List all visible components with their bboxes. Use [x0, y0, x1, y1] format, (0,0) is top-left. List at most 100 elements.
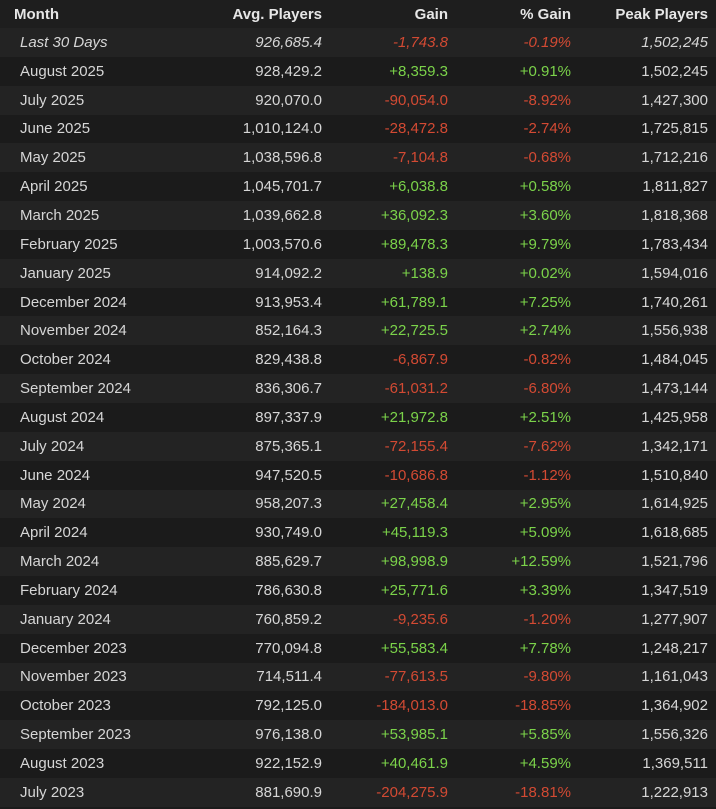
peak-players-cell: 1,618,685 — [641, 524, 708, 542]
column-header-gain[interactable]: Gain — [322, 6, 448, 23]
avg-players-cell: 958,207.3 — [255, 495, 322, 513]
gain-cell: +53,985.1 — [380, 726, 448, 744]
table-row: February 2024 786,630.8 +25,771.6 +3.39% 1,3… — [0, 576, 716, 605]
avg-players-cell: 885,629.7 — [255, 553, 322, 571]
pct-gain-cell: +7.25% — [519, 293, 571, 311]
table-row: September 2024 836,306.7 -61,031.2 -6.80% 1,… — [0, 374, 716, 403]
avg-players-cell: 760,859.2 — [255, 610, 322, 628]
table-row: February 2025 1,003,570.6 +89,478.3 +9.79% 1… — [0, 229, 716, 259]
player-stats-table: Month Avg. Players Gain % Gain Peak Play… — [0, 0, 716, 807]
pct-gain-cell: -1.12% — [523, 466, 571, 484]
column-header-peak-players[interactable]: Peak Players — [571, 6, 708, 23]
avg-players-cell: 829,438.8 — [255, 351, 322, 369]
gain-cell: +98,998.9 — [380, 553, 448, 571]
avg-players-cell: 897,337.9 — [255, 408, 322, 426]
table-row: Last 30 Days 926,685.4 -1,743.8 -0.19% 1,502… — [0, 28, 716, 57]
avg-players-cell: 836,306.7 — [255, 380, 322, 398]
pct-gain-cell: +5.85% — [519, 726, 571, 744]
peak-players-cell: 1,725,815 — [641, 120, 708, 138]
pct-gain-cell: -8.92% — [523, 91, 571, 109]
peak-players-cell: 1,811,827 — [642, 178, 708, 196]
month-cell: July 2025 — [20, 91, 85, 109]
table-row: August 2023 922,152.9 +40,461.9 +4.59% 1,369… — [0, 749, 716, 778]
month-cell: December 2023 — [20, 639, 127, 657]
month-cell: Last 30 Days — [20, 33, 108, 51]
month-cell: September 2023 — [20, 726, 131, 744]
month-cell: August 2025 — [20, 62, 105, 80]
month-cell: March 2025 — [20, 206, 100, 224]
month-cell: July 2024 — [20, 437, 85, 455]
month-cell: February 2024 — [20, 581, 118, 599]
gain-cell: +22,725.5 — [380, 322, 448, 340]
month-cell: September 2024 — [20, 380, 131, 398]
gain-cell: -61,031.2 — [384, 380, 448, 398]
gain-cell: -184,013.0 — [376, 697, 448, 715]
pct-gain-cell: +2.74% — [519, 322, 571, 340]
peak-players-cell: 1,502,245 — [641, 33, 708, 51]
table-row: August 2024 897,337.9 +21,972.8 +2.51% 1,425… — [0, 402, 716, 432]
table-row: July 2025 920,070.0 -90,054.0 -8.92% 1,427,3… — [0, 85, 716, 115]
gain-cell: +40,461.9 — [380, 755, 448, 773]
table-row: August 2025 928,429.2 +8,359.3 +0.91% 1,502,… — [0, 56, 716, 86]
pct-gain-cell: +3.39% — [519, 581, 571, 599]
avg-players-cell: 714,511.4 — [256, 668, 322, 686]
gain-cell: -28,472.8 — [384, 120, 448, 138]
avg-players-cell: 976,138.0 — [255, 726, 322, 744]
avg-players-cell: 914,092.2 — [255, 264, 322, 282]
table-row: March 2024 885,629.7 +98,998.9 +12.59% 1,521… — [0, 547, 716, 577]
peak-players-cell: 1,425,958 — [641, 408, 708, 426]
peak-players-cell: 1,222,913 — [641, 783, 708, 801]
column-header-pct-gain[interactable]: % Gain — [448, 6, 571, 23]
peak-players-cell: 1,594,016 — [641, 264, 708, 282]
month-cell: August 2023 — [20, 755, 105, 773]
month-cell: January 2025 — [20, 264, 111, 282]
table-row: May 2024 958,207.3 +27,458.4 +2.95% 1,614,92… — [0, 489, 716, 519]
gain-cell: +25,771.6 — [380, 581, 448, 599]
month-cell: February 2025 — [20, 235, 118, 253]
avg-players-cell: 1,010,124.0 — [242, 120, 322, 138]
gain-cell: -6,867.9 — [392, 351, 448, 369]
peak-players-cell: 1,473,144 — [641, 380, 708, 398]
column-header-avg-players[interactable]: Avg. Players — [175, 6, 323, 23]
table-row: May 2025 1,038,596.8 -7,104.8 -0.68% 1,712,2… — [0, 143, 716, 173]
peak-players-cell: 1,347,519 — [641, 581, 708, 599]
table-row: January 2024 760,859.2 -9,235.6 -1.20% 1,277… — [0, 604, 716, 634]
column-header-month[interactable]: Month — [0, 6, 175, 23]
avg-players-cell: 947,520.5 — [255, 466, 322, 484]
gain-cell: -204,275.9 — [376, 783, 448, 801]
peak-players-cell: 1,740,261 — [641, 293, 708, 311]
peak-players-cell: 1,364,902 — [641, 697, 708, 715]
month-cell: April 2024 — [20, 524, 88, 542]
peak-players-cell: 1,427,300 — [641, 91, 708, 109]
avg-players-cell: 881,690.9 — [255, 783, 322, 801]
table-row: January 2025 914,092.2 +138.9 +0.02% 1,594,0… — [0, 258, 716, 288]
month-cell: June 2024 — [20, 466, 91, 484]
peak-players-cell: 1,502,245 — [641, 62, 708, 80]
pct-gain-cell: +12.59% — [511, 553, 571, 571]
table-row: November 2024 852,164.3 +22,725.5 +2.74% 1,5… — [0, 316, 716, 346]
avg-players-cell: 792,125.0 — [255, 697, 322, 715]
peak-players-cell: 1,783,434 — [641, 235, 708, 253]
gain-cell: -7,104.8 — [392, 149, 448, 167]
pct-gain-cell: -7.62% — [523, 437, 571, 455]
gain-cell: +27,458.4 — [380, 495, 448, 513]
month-cell: August 2024 — [20, 408, 105, 426]
gain-cell: -72,155.4 — [384, 437, 448, 455]
gain-cell: -1,743.8 — [392, 33, 448, 51]
pct-gain-cell: -9.80% — [523, 668, 571, 686]
peak-players-cell: 1,818,368 — [641, 206, 708, 224]
avg-players-cell: 786,630.8 — [255, 581, 322, 599]
pct-gain-cell: +2.51% — [519, 408, 571, 426]
peak-players-cell: 1,510,840 — [641, 466, 708, 484]
avg-players-cell: 920,070.0 — [255, 91, 322, 109]
table-row: June 2025 1,010,124.0 -28,472.8 -2.74% 1,725… — [0, 114, 716, 144]
pct-gain-cell: +5.09% — [519, 524, 571, 542]
month-cell: May 2025 — [20, 149, 86, 167]
avg-players-cell: 852,164.3 — [255, 322, 322, 340]
table-row: December 2024 913,953.4 +61,789.1 +7.25% 1,7… — [0, 287, 716, 317]
pct-gain-cell: +0.91% — [519, 62, 571, 80]
avg-players-cell: 770,094.8 — [255, 639, 322, 657]
peak-players-cell: 1,248,217 — [641, 639, 708, 657]
gain-cell: -9,235.6 — [392, 610, 448, 628]
table-header: Month Avg. Players Gain % Gain Peak Play… — [0, 0, 716, 28]
